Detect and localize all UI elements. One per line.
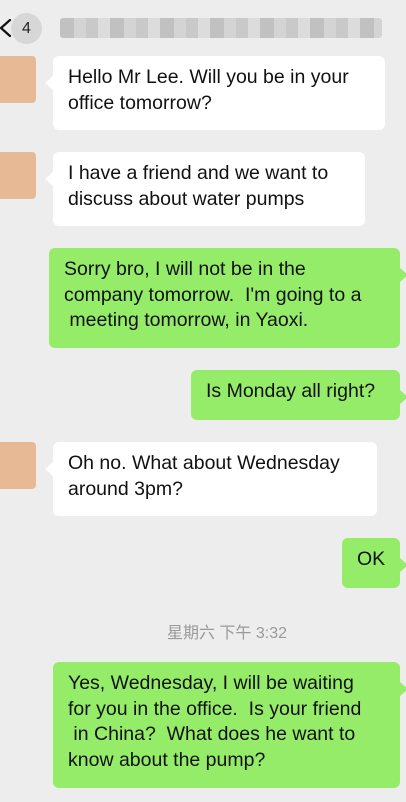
message-bubble-outgoing[interactable]: Yes, Wednesday, I will be waiting for yo… (53, 662, 406, 788)
message-bubble-incoming[interactable]: Oh no. What about Wednesday around 3pm? (45, 442, 377, 516)
message-bubble-outgoing[interactable]: Sorry bro, I will not be in the company … (49, 248, 406, 348)
unread-count-badge[interactable]: 4 (11, 13, 42, 44)
message-bubble-outgoing[interactable]: OK (342, 538, 406, 588)
message-bubble-incoming[interactable]: I have a friend and we want to discuss a… (45, 152, 365, 226)
contact-avatar[interactable] (0, 152, 36, 199)
message-bubble-incoming[interactable]: Hello Mr Lee. Will you be in your office… (45, 56, 385, 130)
message-timestamp: 星期六 下午 3:32 (166, 625, 288, 642)
contact-avatar[interactable] (0, 442, 36, 489)
chat-header: 4 (0, 0, 406, 58)
message-bubble-outgoing[interactable]: Is Monday all right? (191, 370, 406, 420)
contact-name-title (60, 18, 382, 38)
contact-avatar[interactable] (0, 56, 36, 103)
